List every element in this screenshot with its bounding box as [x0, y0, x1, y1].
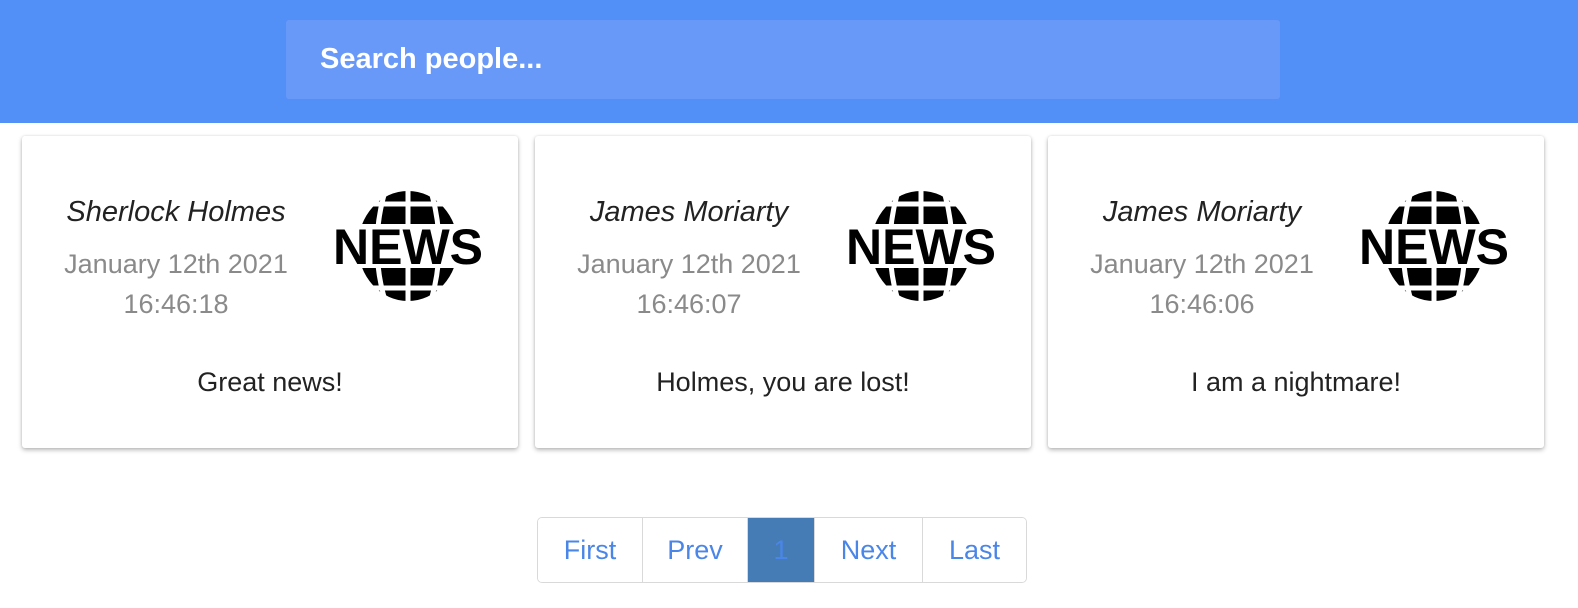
post-card: James Moriarty January 12th 2021 16:46:0…: [1048, 136, 1544, 448]
post-card: James Moriarty January 12th 2021 16:46:0…: [535, 136, 1031, 448]
post-time: 16:46:06: [1149, 289, 1255, 319]
post-message: I am a nightmare!: [1190, 367, 1402, 397]
search-box[interactable]: [286, 20, 1280, 99]
post-card: Sherlock Holmes January 12th 2021 16:46:…: [22, 136, 518, 448]
post-timestamp: January 12th 2021 16:46:06: [1068, 244, 1336, 324]
first-page-button[interactable]: First: [538, 518, 643, 582]
post-date: January 12th 2021: [1090, 249, 1314, 279]
post-time: 16:46:18: [123, 289, 229, 319]
last-page-button[interactable]: Last: [923, 518, 1026, 582]
news-globe-icon: NEWS: [1352, 191, 1516, 301]
news-logo-text: NEWS: [333, 219, 483, 275]
pagination: First Prev 1 Next Last: [537, 517, 1027, 583]
prev-page-button[interactable]: Prev: [643, 518, 748, 582]
post-meta: James Moriarty January 12th 2021 16:46:0…: [555, 192, 823, 324]
post-author: Sherlock Holmes: [66, 196, 286, 228]
post-date: January 12th 2021: [577, 249, 801, 279]
post-message: Holmes, you are lost!: [656, 367, 910, 397]
next-page-button[interactable]: Next: [815, 518, 923, 582]
top-bar: [0, 0, 1578, 123]
post-date: January 12th 2021: [64, 249, 288, 279]
post-author: James Moriarty: [1102, 196, 1302, 228]
current-page-button[interactable]: 1: [748, 518, 815, 582]
news-globe-icon: NEWS: [326, 191, 490, 301]
news-globe-icon: NEWS: [839, 191, 1003, 301]
post-timestamp: January 12th 2021 16:46:18: [42, 244, 310, 324]
post-time: 16:46:07: [636, 289, 742, 319]
post-message: Great news!: [197, 367, 343, 397]
post-author: James Moriarty: [589, 196, 789, 228]
search-input[interactable]: [318, 42, 1280, 77]
news-logo-text: NEWS: [846, 219, 996, 275]
post-timestamp: January 12th 2021 16:46:07: [555, 244, 823, 324]
post-meta: Sherlock Holmes January 12th 2021 16:46:…: [42, 192, 310, 324]
news-logo-text: NEWS: [1359, 219, 1509, 275]
post-meta: James Moriarty January 12th 2021 16:46:0…: [1068, 192, 1336, 324]
